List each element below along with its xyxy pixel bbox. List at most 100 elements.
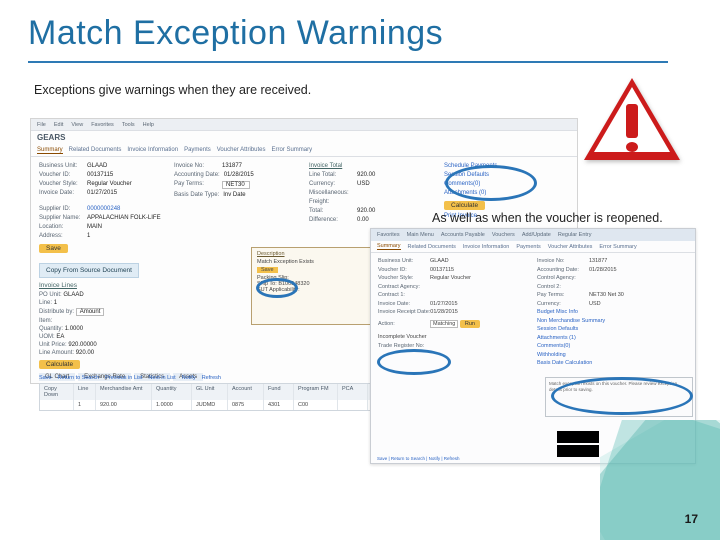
label: Unit Price: [39, 342, 67, 348]
app-logo: GEARS [31, 131, 577, 144]
label: Business Unit: [39, 163, 83, 169]
label: Voucher Style: [39, 181, 83, 187]
link-notify[interactable]: Notify [182, 375, 196, 381]
label: Invoice Date: [378, 301, 430, 307]
label: Quantity: [39, 326, 63, 332]
value: 1 [54, 300, 57, 306]
col-header: Line [74, 384, 96, 400]
value: 00137115 [87, 172, 113, 178]
col-header: Quantity [152, 384, 192, 400]
label: Line: [39, 300, 52, 306]
value: Regular Voucher [430, 275, 471, 281]
crumb[interactable]: Vouchers [492, 232, 515, 238]
label: Contract Agency: [378, 284, 430, 290]
link-refresh[interactable]: Refresh [202, 375, 221, 381]
label: Invoice No: [174, 163, 218, 169]
menu-item[interactable]: File [37, 122, 46, 128]
value: 01/27/2015 [87, 190, 117, 196]
link-attachments[interactable]: Attachments (1) [537, 335, 688, 341]
tab-payments[interactable]: Payments [516, 244, 540, 250]
section-header: Invoice Total [309, 163, 342, 169]
save-button[interactable]: Save [39, 244, 68, 253]
calculate-button[interactable]: Calculate [444, 201, 485, 210]
crumb[interactable]: Main Menu [407, 232, 434, 238]
crumb[interactable]: Accounts Payable [441, 232, 485, 238]
label: Currency: [309, 181, 353, 187]
value: 00137115 [430, 267, 454, 273]
value: 01/28/2015 [430, 309, 458, 315]
link-save[interactable]: Save [39, 375, 52, 381]
link-nonmerch[interactable]: Non Merchandise Summary [537, 318, 688, 324]
menu-item[interactable]: Edit [54, 122, 63, 128]
label: Miscellaneous: [309, 190, 353, 196]
link-session[interactable]: Session Defaults [537, 326, 688, 332]
link-return[interactable]: Return to Search [58, 375, 100, 381]
copy-from-source[interactable]: Copy From Source Document [39, 263, 139, 278]
tab-summary[interactable]: Summary [377, 243, 401, 250]
save-button[interactable]: Save [257, 267, 278, 273]
label: Line Total: [309, 172, 353, 178]
title-underline [28, 61, 668, 63]
label: Basis Date Type: [174, 192, 219, 198]
menu-item[interactable]: Tools [122, 122, 135, 128]
value: 920.00 [357, 208, 375, 214]
value: USD [589, 301, 601, 307]
label: Location: [39, 224, 83, 230]
breadcrumb: Favorites Main Menu Accounts Payable Vou… [371, 229, 695, 241]
label: Incomplete Voucher [378, 334, 427, 340]
label: Item: [39, 318, 52, 324]
value: GLAAD [63, 292, 83, 298]
tab-bar: Summary Related Documents Invoice Inform… [31, 144, 577, 157]
link-withholding[interactable]: Withholding [537, 352, 688, 358]
label: Currency: [537, 301, 589, 307]
footer-links: Save | Return to Search | Notify | Refre… [377, 456, 460, 461]
value: 920.00 [357, 172, 375, 178]
tab-error[interactable]: Error Summary [599, 244, 636, 250]
value: APPALACHIAN FOLK-LIFE [87, 215, 161, 221]
menu-item[interactable]: View [71, 122, 83, 128]
label: Accounting Date: [537, 267, 589, 273]
value: GLAAD [87, 163, 107, 169]
label: Total: [309, 208, 353, 214]
link-prev[interactable]: Previous in List [105, 375, 142, 381]
tab-attributes[interactable]: Voucher Attributes [548, 244, 593, 250]
supplier-link[interactable]: 0000000248 [87, 206, 120, 212]
crumb[interactable]: Add/Update [522, 232, 551, 238]
tab-related[interactable]: Related Documents [408, 244, 456, 250]
crumb[interactable]: Favorites [377, 232, 400, 238]
link-basis-date[interactable]: Basis Date Calculation [537, 360, 688, 366]
distribute-select[interactable]: Amount [76, 308, 105, 316]
crumb[interactable]: Regular Entry [558, 232, 592, 238]
link-next[interactable]: Next in List [148, 375, 175, 381]
value: 01/28/2015 [589, 267, 617, 273]
label: Distribute by: [39, 309, 74, 315]
label: Pay Terms: [537, 292, 589, 298]
label: Invoice Date: [39, 190, 83, 196]
tab-payments[interactable]: Payments [184, 147, 211, 153]
tab-error[interactable]: Error Summary [271, 147, 312, 153]
cell: 1.0000 [152, 400, 192, 410]
cell: 1 [74, 400, 96, 410]
corner-decoration [600, 420, 720, 540]
link-comments[interactable]: Comments(0) [537, 343, 688, 349]
tab-attributes[interactable]: Voucher Attributes [217, 147, 266, 153]
menu-bar: File Edit View Favorites Tools Help [31, 119, 577, 131]
run-button[interactable]: Run [460, 320, 480, 328]
label: Control 2: [537, 284, 589, 290]
tab-invoice-info[interactable]: Invoice Information [127, 147, 178, 153]
pay-terms-select[interactable]: NET30 [222, 181, 250, 189]
col-header: Account [228, 384, 264, 400]
menu-item[interactable]: Favorites [91, 122, 114, 128]
tab-related[interactable]: Related Documents [69, 147, 122, 153]
tab-summary[interactable]: Summary [37, 147, 63, 154]
tab-invoice-info[interactable]: Invoice Information [463, 244, 509, 250]
action-select[interactable]: Matching [430, 320, 458, 328]
col-header: Merchandise Amt [96, 384, 152, 400]
value: 131877 [589, 258, 607, 264]
value: 920.00000 [68, 342, 96, 348]
cell [40, 400, 74, 410]
label: Invoice No: [537, 258, 589, 264]
link-budget[interactable]: Budget Misc Info [537, 309, 688, 315]
calculate-button[interactable]: Calculate [39, 360, 80, 369]
menu-item[interactable]: Help [143, 122, 154, 128]
